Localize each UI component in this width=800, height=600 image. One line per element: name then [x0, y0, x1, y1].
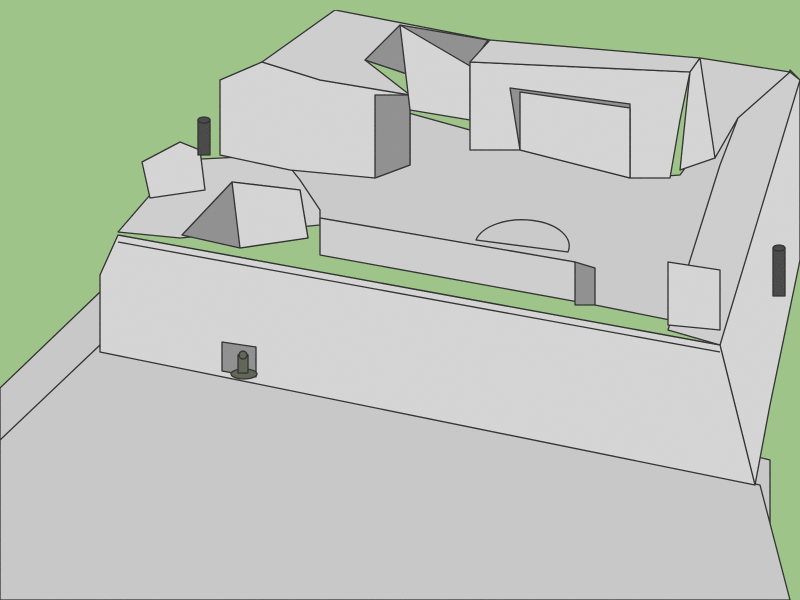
right-inner-wall-face: [667, 261, 721, 331]
chimney-right-cap: [772, 244, 786, 252]
chimney-left: [197, 119, 211, 156]
chimney-left-cap: [197, 116, 211, 124]
rear-left-block-side: [374, 94, 411, 179]
chimney-right: [772, 247, 786, 297]
sketchup-scene[interactable]: [0, 0, 800, 600]
front-platform-shadow: [574, 261, 596, 306]
left-wing-pit-wall: [231, 181, 309, 249]
figure-head: [238, 350, 248, 360]
3d-viewport[interactable]: [0, 0, 800, 600]
